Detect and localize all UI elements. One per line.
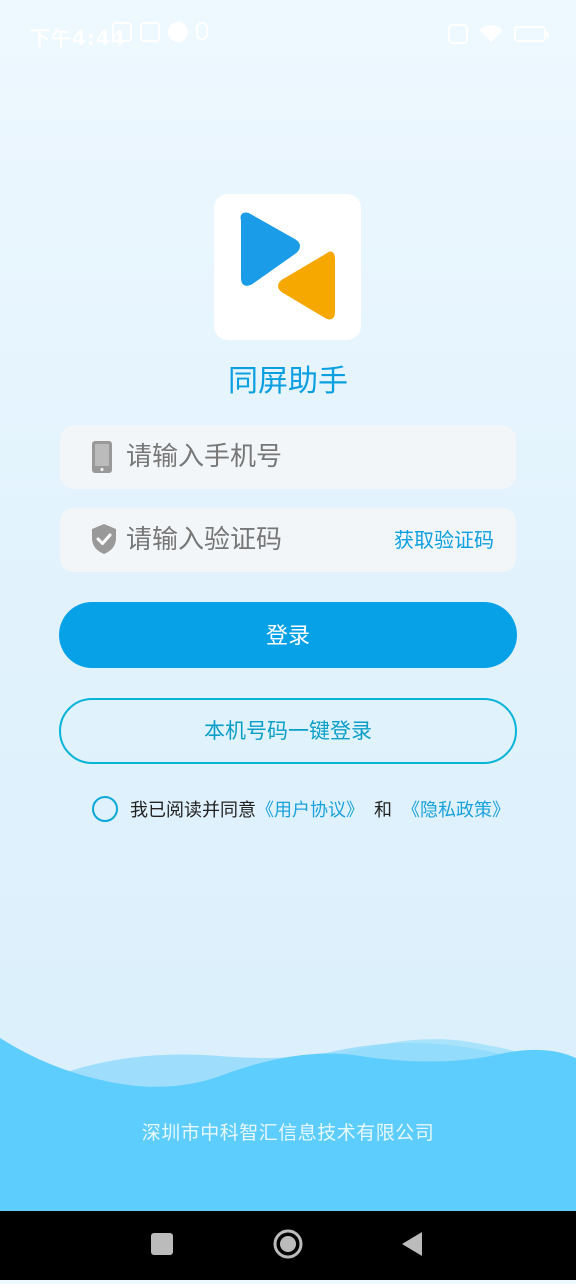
home-button[interactable] <box>248 1211 328 1280</box>
code-field[interactable]: 获取验证码 <box>60 508 516 572</box>
check-notification-icon <box>168 22 188 42</box>
phone-input[interactable] <box>126 425 386 489</box>
user-agreement-link[interactable]: 《用户协议》 <box>256 796 364 822</box>
company-name: 深圳市中科智汇信息技术有限公司 <box>141 1122 435 1144</box>
shield-check-icon <box>92 524 116 554</box>
status-bar: 下午4:44 <box>0 0 576 68</box>
app-notification-icon <box>140 22 160 42</box>
get-code-button[interactable]: 获取验证码 <box>394 508 494 572</box>
recent-apps-button[interactable] <box>122 1211 202 1280</box>
battery-icon <box>514 26 549 42</box>
status-icons-right <box>448 24 549 44</box>
back-button[interactable] <box>372 1211 452 1280</box>
app-logo-icon <box>240 212 335 320</box>
privacy-policy-link[interactable]: 《隐私政策》 <box>402 796 510 822</box>
phone-field[interactable] <box>60 425 516 489</box>
phone-icon <box>92 441 112 473</box>
app-name: 同屏助手 <box>228 364 348 399</box>
one-key-login-button[interactable]: 本机号码一键登录 <box>59 698 517 764</box>
wifi-icon <box>479 25 503 42</box>
status-icons-left <box>112 22 208 42</box>
circle-icon <box>273 1229 303 1259</box>
sim-icon <box>448 24 468 44</box>
agreement-row: 我已阅读并同意 《用户协议》 和 《隐私政策》 <box>92 796 510 822</box>
navigation-bar <box>0 1211 576 1280</box>
code-input[interactable] <box>126 508 386 572</box>
agree-checkbox[interactable] <box>92 796 118 822</box>
agreement-and: 和 <box>374 800 392 821</box>
square-icon <box>151 1233 173 1255</box>
triangle-back-icon <box>402 1232 422 1256</box>
no-sound-icon <box>112 22 132 42</box>
app-logo <box>214 194 361 340</box>
agreement-prefix: 我已阅读并同意 <box>130 800 256 821</box>
footer-waves <box>0 1038 576 1212</box>
info-icon <box>196 22 208 40</box>
login-button[interactable]: 登录 <box>59 602 517 668</box>
